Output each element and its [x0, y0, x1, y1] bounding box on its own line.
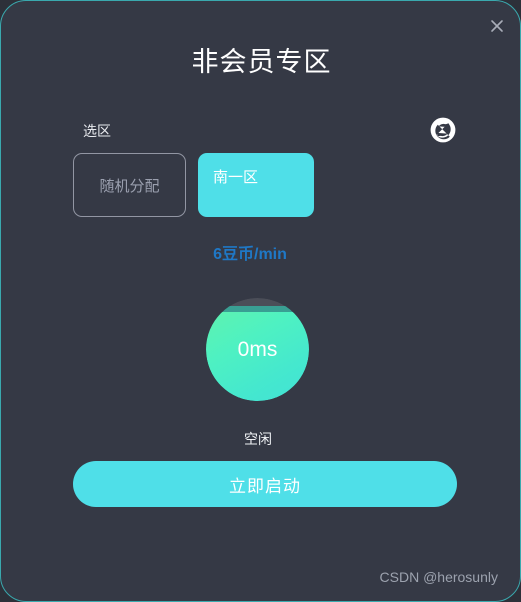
non-member-zone-dialog: 非会员专区 选区 随机分配 南一区 6豆币/min 0ms 空闲 立即启动 CS…	[0, 0, 521, 602]
latency-gauge: 0ms	[206, 298, 309, 401]
region-option-label: 随机分配	[99, 177, 160, 195]
region-option-random[interactable]: 随机分配	[73, 153, 186, 217]
watermark: CSDN @herosunly	[379, 569, 498, 585]
status-text: 空闲	[244, 431, 272, 447]
start-button[interactable]: 立即启动	[73, 461, 457, 507]
close-button[interactable]	[484, 13, 510, 39]
gauge-value-label: 0ms	[237, 337, 278, 361]
page-title: 非会员专区	[191, 47, 332, 77]
region-option-label: 南一区	[213, 169, 259, 186]
region-option-list: 随机分配 南一区	[73, 153, 453, 217]
refresh-icon	[429, 116, 457, 144]
region-section-label: 选区	[83, 123, 111, 139]
close-icon	[489, 18, 505, 34]
refresh-button[interactable]	[429, 116, 457, 144]
region-price: 6豆币/min	[213, 246, 287, 263]
region-option-south-1[interactable]: 南一区	[198, 153, 314, 217]
